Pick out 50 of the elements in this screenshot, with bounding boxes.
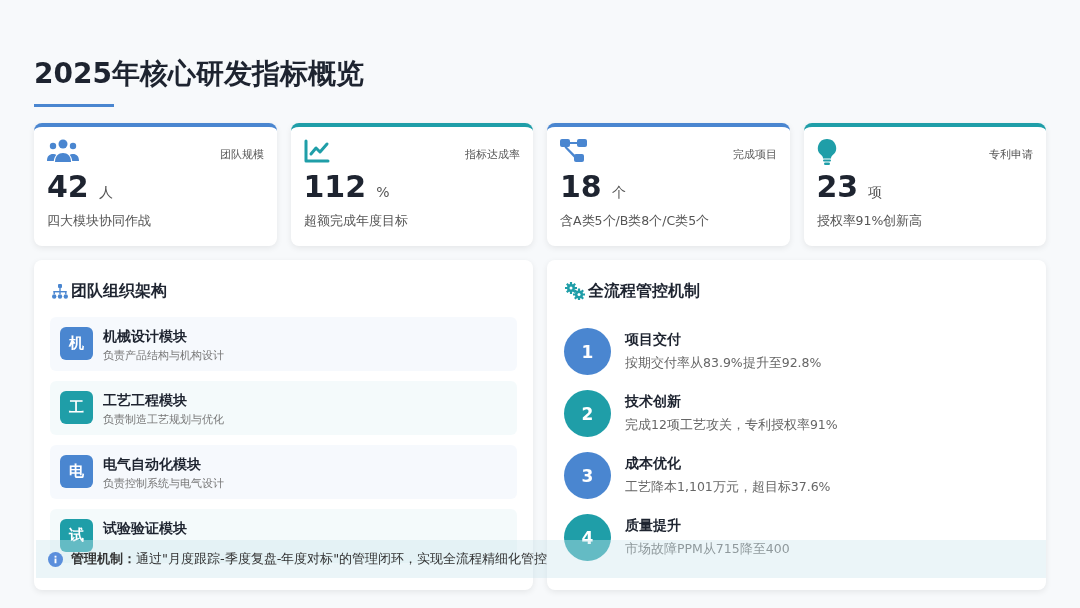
step-description: 市场故障PPM从715降至400: [625, 541, 790, 558]
step-title: 质量提升: [625, 517, 682, 535]
panel-title: 全流程管控机制: [588, 280, 700, 302]
module-description: 负责控制系统与电气设计: [103, 476, 224, 491]
step-title: 项目交付: [625, 331, 682, 349]
step-number: 3: [564, 452, 611, 499]
info-icon: [48, 551, 63, 567]
lightbulb-icon: [816, 139, 837, 165]
stat-note: 超额完成年度目标: [303, 213, 409, 230]
banner-text: 管理机制：通过"月度跟踪-季度复盘-年度对标"的管理闭环，实现全流程精细化管控: [71, 550, 548, 568]
step-title: 成本优化: [625, 455, 682, 473]
stat-label: 专利申请: [989, 147, 1033, 162]
panel-title: 团队组织架构: [71, 280, 167, 302]
stat-unit: 个: [611, 184, 626, 202]
gears-icon: [565, 282, 585, 300]
step-description: 工艺降本1,101万元，超目标37.6%: [625, 479, 831, 496]
step-description: 按期交付率从83.9%提升至92.8%: [625, 355, 822, 372]
step-number: 4: [564, 514, 611, 561]
module-name: 试验验证模块: [103, 520, 187, 538]
module-badge: 电: [60, 455, 93, 488]
module-badge: 工: [60, 391, 93, 424]
stat-label: 指标达成率: [465, 147, 520, 162]
stat-label: 完成项目: [732, 147, 777, 162]
stat-unit: 项: [868, 184, 883, 202]
module-name: 工艺工程模块: [103, 392, 188, 410]
stat-value: 18: [560, 169, 602, 205]
stat-value: 42: [47, 169, 89, 205]
page-title: 2025年核心研发指标概览: [34, 56, 365, 92]
stat-value: 23: [816, 169, 859, 205]
connected-nodes-icon: [560, 139, 588, 163]
stat-unit: 人: [98, 184, 113, 202]
org-chart-icon: [52, 283, 68, 299]
module-badge: 试: [60, 519, 93, 552]
stat-note: 四大模块协同作战: [47, 213, 152, 230]
stat-unit: %: [376, 184, 390, 200]
step-number: 1: [564, 328, 611, 375]
module-name: 电气自动化模块: [103, 456, 202, 474]
people-icon: [47, 139, 79, 163]
step-description: 完成12项工艺攻关，专利授权率91%: [625, 417, 838, 434]
module-description: 负责制造工艺规划与优化: [103, 412, 224, 427]
stat-note: 含A类5个/B类8个/C类5个: [560, 213, 711, 230]
stat-note: 授权率91%创新高: [816, 213, 924, 230]
line-chart-icon: [303, 139, 330, 163]
module-badge: 机: [60, 327, 93, 360]
module-name: 机械设计模块: [103, 328, 188, 346]
stat-label: 团队规模: [219, 147, 264, 162]
step-title: 技术创新: [625, 393, 682, 411]
module-description: 负责产品结构与机构设计: [103, 348, 224, 363]
stat-value: 112: [303, 169, 367, 205]
step-number: 2: [564, 390, 611, 437]
